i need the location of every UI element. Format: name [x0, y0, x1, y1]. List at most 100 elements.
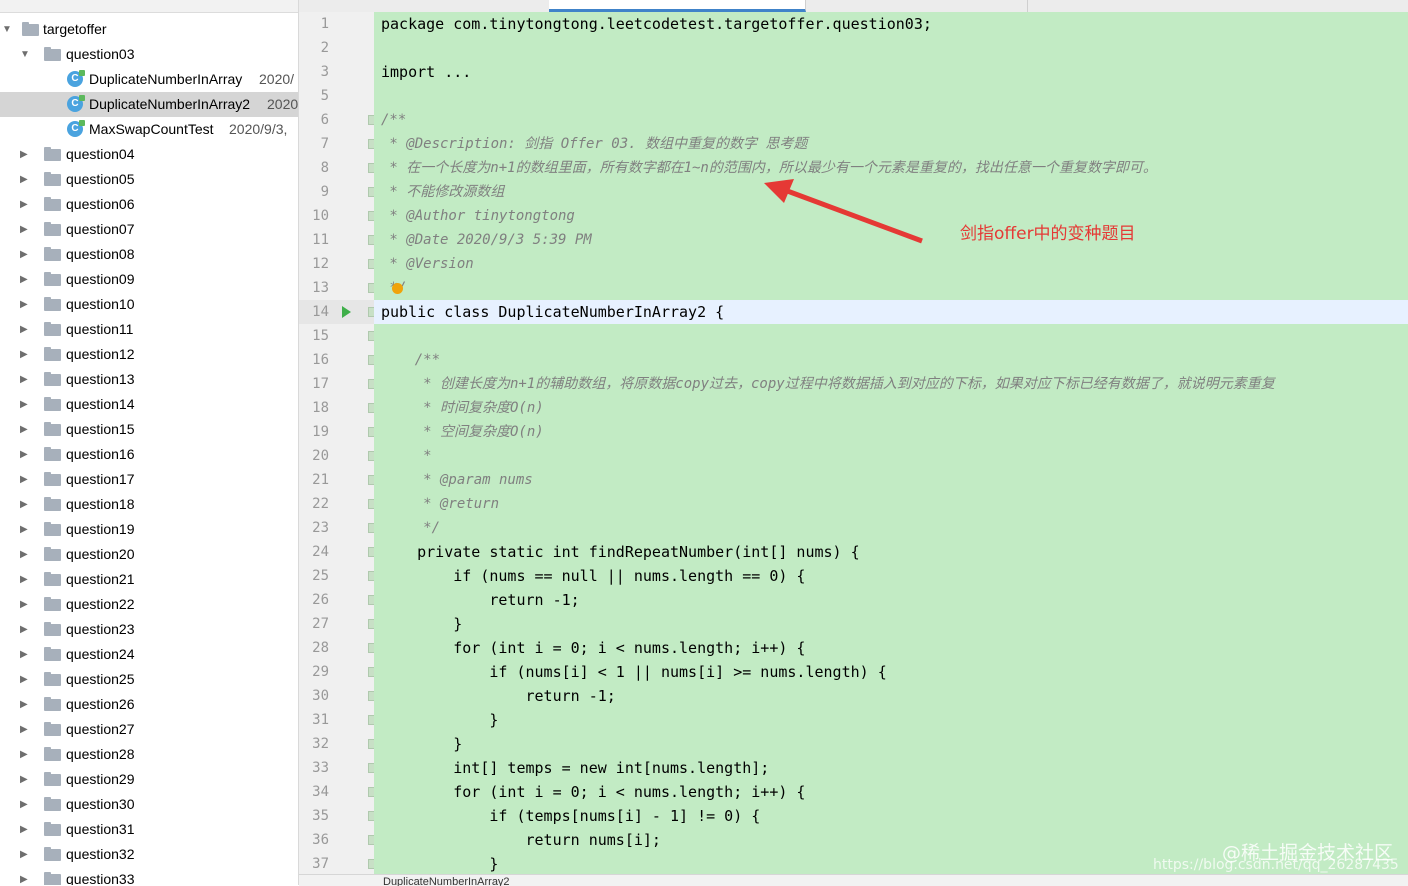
- code-line[interactable]: */: [381, 516, 440, 540]
- chevron-right-icon[interactable]: ▶: [20, 417, 28, 442]
- chevron-right-icon[interactable]: ▶: [20, 492, 28, 517]
- code-line[interactable]: return nums[i];: [381, 828, 660, 852]
- code-line[interactable]: return -1;: [381, 684, 615, 708]
- tree-item-folder[interactable]: ▶ question18: [0, 492, 298, 517]
- code-line[interactable]: * @param nums: [381, 468, 533, 492]
- tree-item-folder[interactable]: ▶ question11: [0, 317, 298, 342]
- code-line[interactable]: }: [381, 612, 462, 636]
- chevron-right-icon[interactable]: ▶: [20, 542, 28, 567]
- chevron-right-icon[interactable]: ▶: [20, 267, 28, 292]
- tree-item-targetoffer[interactable]: ▼ targetoffer: [0, 17, 298, 42]
- code-line[interactable]: if (temps[nums[i] - 1] != 0) {: [381, 804, 760, 828]
- chevron-right-icon[interactable]: ▶: [20, 392, 28, 417]
- chevron-right-icon[interactable]: ▶: [20, 742, 28, 767]
- tree-item-folder[interactable]: ▶ question15: [0, 417, 298, 442]
- chevron-right-icon[interactable]: ▶: [20, 792, 28, 817]
- tree-item-folder[interactable]: ▶ question24: [0, 642, 298, 667]
- code-line[interactable]: import ...: [381, 60, 471, 84]
- code-line[interactable]: if (nums[i] < 1 || nums[i] >= nums.lengt…: [381, 660, 886, 684]
- chevron-right-icon[interactable]: ▶: [20, 692, 28, 717]
- tree-item-folder[interactable]: ▶ question10: [0, 292, 298, 317]
- tree-item-folder[interactable]: ▶ question13: [0, 367, 298, 392]
- code-line[interactable]: private static int findRepeatNumber(int[…: [381, 540, 860, 564]
- chevron-right-icon[interactable]: ▶: [20, 317, 28, 342]
- tree-item-folder[interactable]: ▶ question04: [0, 142, 298, 167]
- lightbulb-icon[interactable]: [392, 283, 403, 294]
- tree-item-folder[interactable]: ▶ question09: [0, 267, 298, 292]
- code-line[interactable]: package com.tinytongtong.leetcodetest.ta…: [381, 12, 932, 36]
- chevron-right-icon[interactable]: ▶: [20, 817, 28, 842]
- tree-item-folder[interactable]: ▶ question31: [0, 817, 298, 842]
- chevron-right-icon[interactable]: ▶: [20, 167, 28, 192]
- editor-tab-active[interactable]: [549, 0, 806, 12]
- code-line[interactable]: int[] temps = new int[nums.length];: [381, 756, 769, 780]
- code-line[interactable]: public class DuplicateNumberInArray2 {: [381, 300, 724, 324]
- chevron-right-icon[interactable]: ▶: [20, 592, 28, 617]
- code-line[interactable]: }: [381, 708, 498, 732]
- chevron-down-icon[interactable]: ▼: [20, 42, 30, 67]
- chevron-right-icon[interactable]: ▶: [20, 367, 28, 392]
- code-line[interactable]: * 时间复杂度O(n): [381, 396, 544, 420]
- chevron-right-icon[interactable]: ▶: [20, 517, 28, 542]
- chevron-right-icon[interactable]: ▶: [20, 192, 28, 217]
- tree-item-folder[interactable]: ▶ question29: [0, 767, 298, 792]
- tree-item-folder[interactable]: ▶ question32: [0, 842, 298, 867]
- code-line[interactable]: * @Version: [381, 252, 473, 276]
- code-editor[interactable]: package com.tinytongtong.leetcodetest.ta…: [374, 12, 1408, 874]
- tree-item-folder[interactable]: ▶ question26: [0, 692, 298, 717]
- chevron-down-icon[interactable]: ▼: [2, 17, 12, 42]
- code-line[interactable]: *: [381, 444, 431, 468]
- code-line[interactable]: * @Description: 剑指 Offer 03. 数组中重复的数字 思考…: [381, 132, 807, 156]
- chevron-right-icon[interactable]: ▶: [20, 717, 28, 742]
- chevron-right-icon[interactable]: ▶: [20, 467, 28, 492]
- code-line[interactable]: * 不能修改源数组: [381, 180, 504, 204]
- code-line[interactable]: * @return: [381, 492, 499, 516]
- code-line[interactable]: * @Date 2020/9/3 5:39 PM: [381, 228, 591, 252]
- code-line[interactable]: }: [381, 852, 498, 874]
- chevron-right-icon[interactable]: ▶: [20, 217, 28, 242]
- tree-item-folder[interactable]: ▶ question25: [0, 667, 298, 692]
- code-line[interactable]: if (nums == null || nums.length == 0) {: [381, 564, 805, 588]
- chevron-right-icon[interactable]: ▶: [20, 342, 28, 367]
- chevron-right-icon[interactable]: ▶: [20, 442, 28, 467]
- chevron-right-icon[interactable]: ▶: [20, 242, 28, 267]
- chevron-right-icon[interactable]: ▶: [20, 842, 28, 867]
- chevron-right-icon[interactable]: ▶: [20, 642, 28, 667]
- code-line[interactable]: }: [381, 732, 462, 756]
- tree-item-folder[interactable]: ▶ question05: [0, 167, 298, 192]
- chevron-right-icon[interactable]: ▶: [20, 292, 28, 317]
- tree-item-folder[interactable]: ▶ question08: [0, 242, 298, 267]
- tree-item-folder[interactable]: ▶ question19: [0, 517, 298, 542]
- tree-item-folder[interactable]: ▶ question12: [0, 342, 298, 367]
- chevron-right-icon[interactable]: ▶: [20, 567, 28, 592]
- code-line[interactable]: /**: [381, 348, 440, 372]
- tree-item-folder[interactable]: ▶ question22: [0, 592, 298, 617]
- tree-item-folder[interactable]: ▶ question21: [0, 567, 298, 592]
- chevron-right-icon[interactable]: ▶: [20, 617, 28, 642]
- editor-tab[interactable]: [805, 0, 1028, 12]
- code-line[interactable]: * 空间复杂度O(n): [381, 420, 544, 444]
- tree-item-folder[interactable]: ▶ question28: [0, 742, 298, 767]
- tree-item-file-selected[interactable]: C DuplicateNumberInArray2 2020: [0, 92, 298, 117]
- tree-item-folder[interactable]: ▶ question16: [0, 442, 298, 467]
- tree-item-file[interactable]: C MaxSwapCountTest 2020/9/3,: [0, 117, 298, 142]
- tree-item-folder[interactable]: ▶ question20: [0, 542, 298, 567]
- tree-item-folder[interactable]: ▶ question33: [0, 867, 298, 885]
- tree-item-folder[interactable]: ▶ question06: [0, 192, 298, 217]
- chevron-right-icon[interactable]: ▶: [20, 142, 28, 167]
- chevron-right-icon[interactable]: ▶: [20, 867, 28, 885]
- tree-item-folder[interactable]: ▶ question27: [0, 717, 298, 742]
- tree-item-folder[interactable]: ▶ question30: [0, 792, 298, 817]
- tree-item-folder[interactable]: ▶ question14: [0, 392, 298, 417]
- code-line[interactable]: /**: [381, 108, 406, 132]
- tree-item-folder[interactable]: ▶ question17: [0, 467, 298, 492]
- tree-item-folder[interactable]: ▶ question07: [0, 217, 298, 242]
- code-line[interactable]: return -1;: [381, 588, 579, 612]
- code-line[interactable]: for (int i = 0; i < nums.length; i++) {: [381, 636, 805, 660]
- code-line[interactable]: * @Author tinytongtong: [381, 204, 574, 228]
- tree-item-question03[interactable]: ▼ question03: [0, 42, 298, 67]
- tree-item-file[interactable]: C DuplicateNumberInArray 2020/: [0, 67, 298, 92]
- chevron-right-icon[interactable]: ▶: [20, 667, 28, 692]
- code-line[interactable]: for (int i = 0; i < nums.length; i++) {: [381, 780, 805, 804]
- editor-tab[interactable]: [299, 0, 550, 12]
